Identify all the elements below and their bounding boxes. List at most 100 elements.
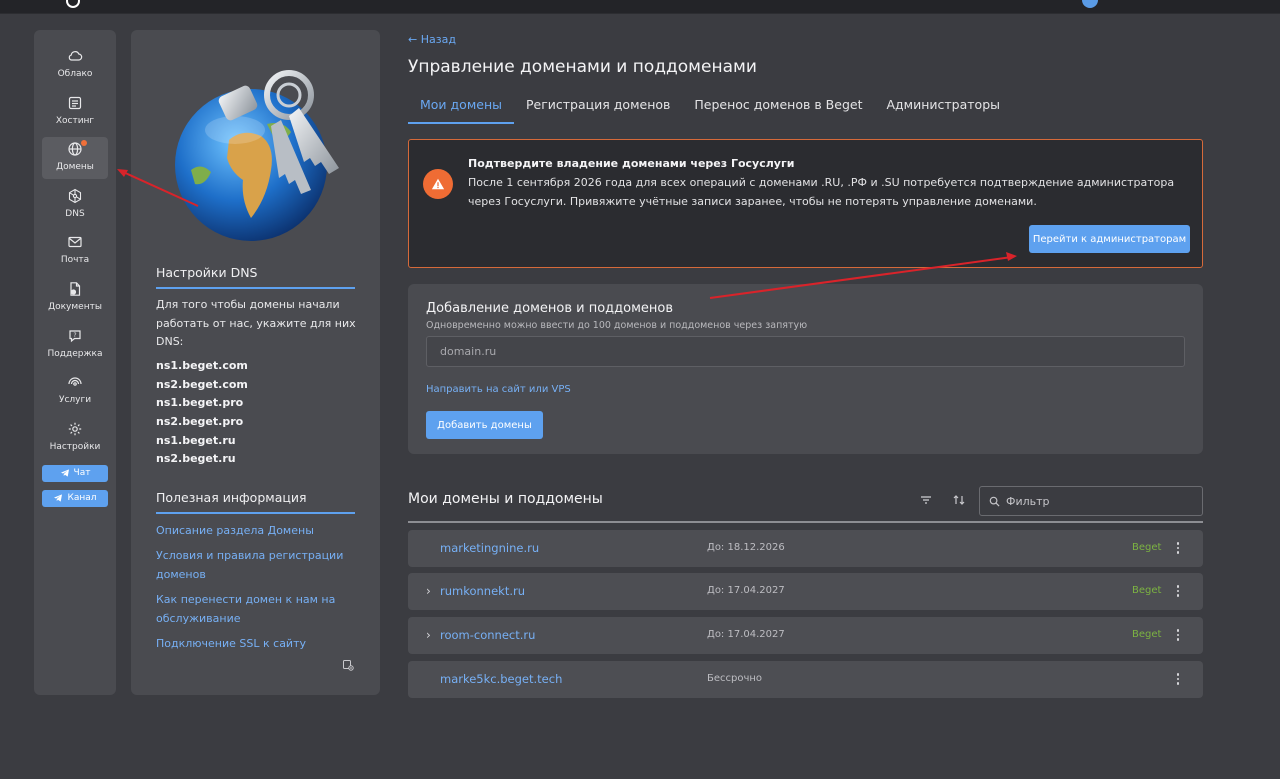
sidebar-item-mail[interactable]: Почта [42, 230, 108, 272]
cloud-icon [68, 51, 83, 61]
domain-input[interactable] [426, 336, 1185, 367]
support-icon: ? [69, 329, 81, 342]
annotation-arrowhead [117, 169, 128, 177]
nameserver: ns2.beget.com [156, 377, 248, 391]
dns-title-underline [156, 287, 355, 289]
sidebar-item-hosting[interactable]: Хостинг [42, 91, 108, 133]
domain-expiry: До: 18.12.2026 [707, 542, 785, 553]
more-options-icon[interactable] [1171, 582, 1185, 600]
sidebar-item-services[interactable]: Услуги [42, 370, 108, 412]
domain-name[interactable]: marketingnine.ru [440, 541, 539, 555]
avatar[interactable] [1082, 0, 1098, 8]
nameserver: ns1.beget.ru [156, 433, 236, 447]
svg-text:?: ? [73, 332, 76, 339]
tab-domain-transfer[interactable]: Перенос доменов в Beget [682, 94, 874, 124]
sidebar-item-label: Облако [57, 69, 93, 79]
useful-info-title: Полезная информация [156, 490, 307, 505]
more-options-icon[interactable] [1171, 539, 1185, 557]
channel-button[interactable]: Канал [42, 489, 108, 507]
mail-icon [68, 237, 82, 248]
sidebar-item-label: Услуги [58, 395, 92, 406]
filter-box [979, 486, 1203, 516]
telegram-icon [54, 494, 63, 502]
sidebar-item-dns[interactable]: DNS [42, 184, 108, 226]
domain-row[interactable]: › room-connect.ru До: 17.04.2027 Beget [408, 617, 1203, 654]
domain-expiry: До: 17.04.2027 [707, 629, 785, 640]
domains-list-title: Мои домены и поддомены [408, 491, 603, 507]
list-divider [408, 521, 1203, 523]
link-transfer-domain[interactable]: Как перенести домен к нам на обслуживани… [156, 590, 356, 628]
sidebar-item-domains[interactable]: Домены [42, 137, 108, 180]
sort-icon[interactable] [952, 493, 966, 507]
sidebar-item-label: Настройки [49, 441, 101, 452]
sidebar-item-documents[interactable]: Документы [42, 277, 108, 319]
domain-row[interactable]: marke5kc.beget.tech Бессрочно [408, 661, 1203, 698]
alert-text: После 1 сентября 2026 года для всех опер… [468, 176, 1175, 208]
collapse-panel-icon[interactable] [342, 659, 354, 671]
domain-name[interactable]: marke5kc.beget.tech [440, 672, 562, 686]
domain-row[interactable]: marketingnine.ru До: 18.12.2026 Beget [408, 530, 1203, 567]
useful-title-underline [156, 512, 355, 514]
tab-bar: Мои домены Регистрация доменов Перенос д… [408, 94, 1012, 124]
info-panel: Настройки DNS Для того чтобы домены нача… [131, 30, 380, 695]
filter-input[interactable] [1006, 491, 1196, 511]
chat-button[interactable]: Чат [42, 464, 108, 482]
sidebar-nav: Облако Хостинг Домены DNS Почта Документ… [34, 30, 116, 695]
gosuslugi-alert: Подтвердите владение доменами через Госу… [408, 139, 1203, 268]
go-to-administrators-button[interactable]: Перейти к администраторам [1029, 225, 1190, 253]
nameserver-list: ns1.beget.com ns2.beget.com ns1.beget.pr… [156, 359, 248, 471]
filter-icon[interactable] [919, 493, 933, 507]
useful-links: Описание раздела Домены Условия и правил… [156, 521, 356, 659]
add-domains-title: Добавление доменов и поддоменов [426, 301, 674, 316]
nameserver: ns1.beget.com [156, 359, 248, 372]
nameserver: ns2.beget.pro [156, 415, 244, 429]
gear-icon [68, 422, 82, 435]
tab-domain-registration[interactable]: Регистрация доменов [514, 94, 682, 124]
tab-my-domains[interactable]: Мои домены [408, 94, 514, 124]
logo-icon[interactable] [66, 0, 80, 8]
page-title: Управление доменами и поддоменами [408, 57, 757, 77]
sidebar-item-label: Хостинг [55, 115, 95, 126]
sidebar-item-label: Поддержка [47, 348, 103, 359]
add-domains-subtitle: Одновременно можно ввести до 100 доменов… [426, 320, 808, 331]
registrar-label: Beget [1132, 542, 1162, 553]
chevron-right-icon[interactable]: › [426, 628, 431, 642]
domain-row[interactable]: › rumkonnekt.ru До: 17.04.2027 Beget [408, 573, 1203, 610]
chat-label: Чат [73, 468, 91, 479]
more-options-icon[interactable] [1171, 670, 1185, 688]
top-bar [0, 0, 1280, 14]
alert-title: Подтвердите владение доменами через Госу… [468, 157, 795, 170]
sidebar-item-label: DNS [65, 208, 85, 219]
sidebar-item-cloud[interactable]: Облако [42, 44, 108, 86]
dns-settings-title: Настройки DNS [156, 265, 258, 280]
sidebar-item-support[interactable]: ? Поддержка [42, 324, 108, 366]
add-domains-card: Добавление доменов и поддоменов Одноврем… [408, 284, 1203, 454]
sidebar-item-label: Документы [48, 301, 102, 312]
warning-icon [423, 169, 453, 199]
domain-name[interactable]: rumkonnekt.ru [440, 584, 525, 598]
registrar-label: Beget [1132, 629, 1162, 640]
domain-expiry: Бессрочно [707, 673, 763, 684]
redirect-to-site-link[interactable]: Направить на сайт или VPS [426, 384, 571, 395]
tab-administrators[interactable]: Администраторы [874, 94, 1012, 124]
dns-description: Для того чтобы домены начали работать от… [156, 298, 356, 348]
link-ssl[interactable]: Подключение SSL к сайту [156, 634, 356, 653]
document-icon [70, 282, 81, 296]
chevron-right-icon[interactable]: › [426, 584, 431, 598]
back-link[interactable]: ← Назад [408, 33, 456, 46]
more-options-icon[interactable] [1171, 626, 1185, 644]
network-icon [68, 188, 82, 203]
sidebar-item-settings[interactable]: Настройки [42, 417, 108, 459]
link-registration-rules[interactable]: Условия и правила регистрации доменов [156, 546, 356, 584]
sidebar-item-label: Почта [60, 255, 90, 266]
add-domains-button[interactable]: Добавить домены [426, 411, 543, 439]
nameserver: ns2.beget.ru [156, 452, 236, 466]
registrar-label: Beget [1132, 585, 1162, 596]
search-icon [989, 496, 1000, 507]
globe-keys-illustration [175, 70, 339, 241]
link-domains-description[interactable]: Описание раздела Домены [156, 521, 356, 540]
channel-label: Канал [67, 493, 97, 504]
domain-name[interactable]: room-connect.ru [440, 628, 535, 642]
telegram-icon [60, 469, 69, 477]
domain-expiry: До: 17.04.2027 [707, 585, 785, 596]
